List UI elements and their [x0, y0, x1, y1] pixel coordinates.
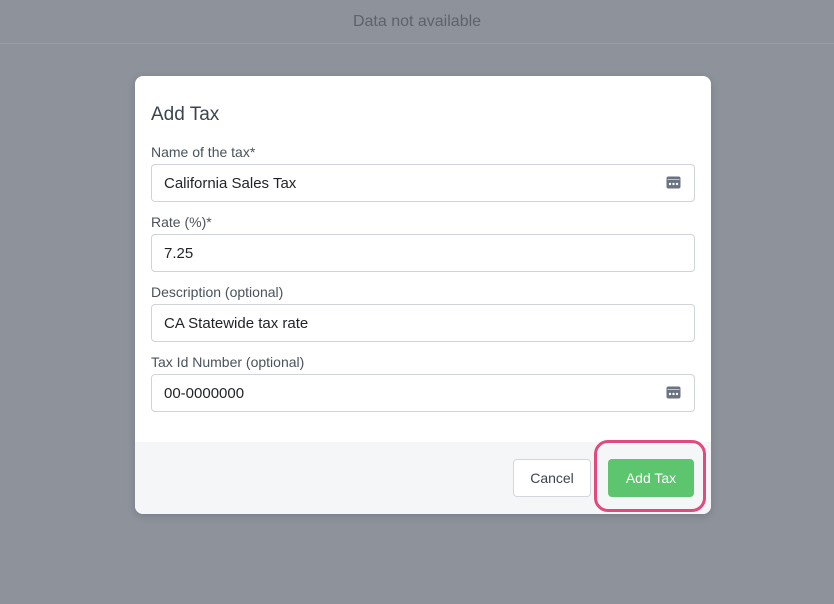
cancel-button[interactable]: Cancel [513, 459, 591, 497]
modal-title: Add Tax [151, 104, 220, 125]
page-header: Data not available [0, 0, 834, 44]
tax-id-value: 00-0000000 [164, 384, 245, 402]
tax-id-label: Tax Id Number (optional) [151, 354, 305, 370]
tax-name-input[interactable]: California Sales Tax [151, 164, 695, 202]
tax-name-field: Name of the tax* California Sales Tax [151, 144, 695, 202]
modal-body: Add Tax Name of the tax* California Sale… [135, 76, 711, 442]
tax-rate-value: 7.25 [164, 244, 194, 262]
tax-rate-label: Rate (%)* [151, 214, 212, 230]
data-status-text: Data not available [352, 12, 482, 30]
modal-footer: Cancel Add Tax [135, 442, 711, 514]
description-field: Description (optional) CA Statewide tax … [151, 284, 695, 342]
password-manager-icon[interactable] [666, 176, 681, 189]
add-tax-button[interactable]: Add Tax [608, 459, 694, 497]
password-manager-icon[interactable] [666, 386, 681, 399]
description-value: CA Statewide tax rate [164, 314, 309, 332]
tax-rate-input[interactable]: 7.25 [151, 234, 695, 272]
description-label: Description (optional) [151, 284, 284, 300]
add-tax-modal: Add Tax Name of the tax* California Sale… [135, 76, 711, 514]
tax-id-field: Tax Id Number (optional) 00-0000000 [151, 354, 695, 412]
description-input[interactable]: CA Statewide tax rate [151, 304, 695, 342]
tax-name-value: California Sales Tax [164, 174, 297, 192]
tax-rate-field: Rate (%)* 7.25 [151, 214, 695, 272]
tax-name-label: Name of the tax* [151, 144, 256, 160]
tax-id-input[interactable]: 00-0000000 [151, 374, 695, 412]
